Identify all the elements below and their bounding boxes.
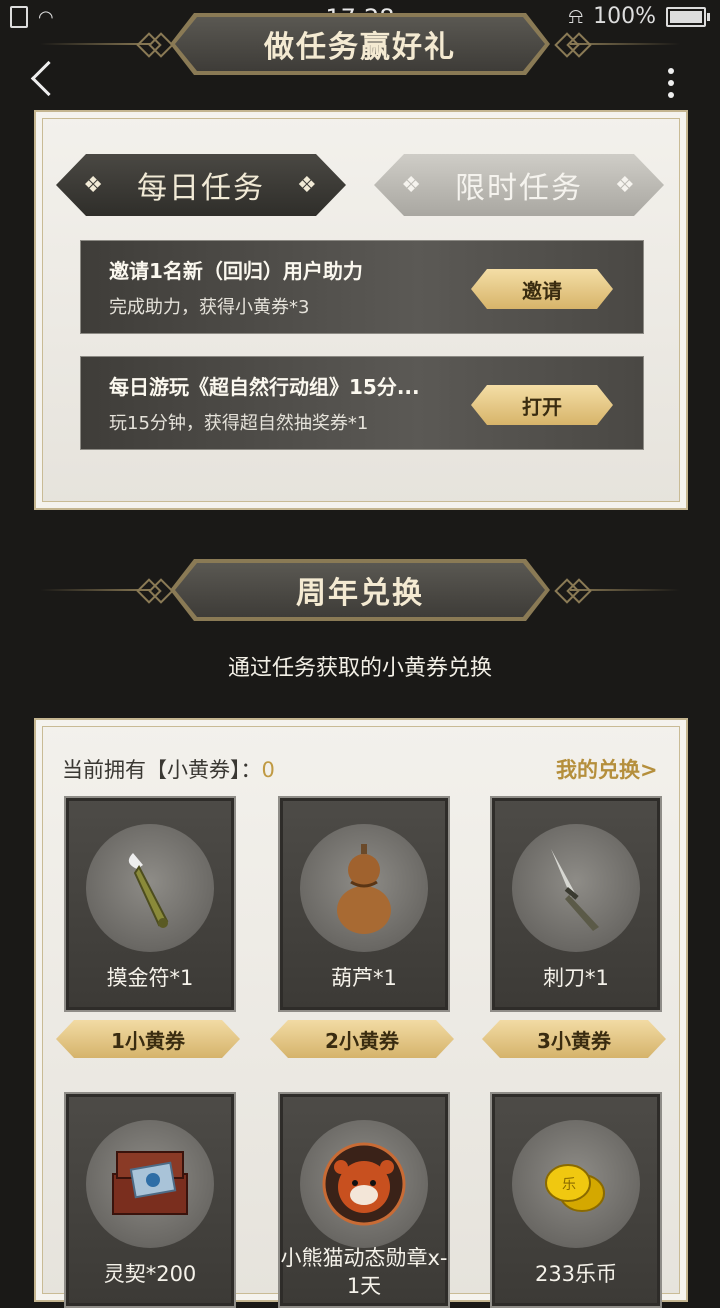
item-price-button[interactable]: 2小黄券 <box>270 1020 454 1058</box>
invite-button[interactable]: 邀请 <box>471 269 613 309</box>
owned-coupons: 当前拥有【小黄券】：0 <box>62 754 275 784</box>
ornament-icon: ❖ <box>401 172 423 198</box>
gourd-icon <box>337 844 391 934</box>
ornament-icon: ❖ <box>615 172 637 198</box>
task-item: 每日游玩《超自然行动组》15分... 玩15分钟，获得超自然抽奖券*1 打开 <box>80 356 644 450</box>
owned-label: 当前拥有【小黄券】： <box>62 758 262 782</box>
exchange-item-card[interactable]: 葫芦*1 <box>278 796 450 1012</box>
item-price-button[interactable]: 1小黄券 <box>56 1020 240 1058</box>
exchange-item-card[interactable]: 小熊猫动态勋章x-1天 <box>278 1092 450 1308</box>
chest-icon <box>112 1151 188 1215</box>
exchange-item-card[interactable]: 刺刀*1 <box>490 796 662 1012</box>
exchange-item-card[interactable]: 摸金符*1 <box>64 796 236 1012</box>
item-image <box>512 824 640 952</box>
item-name: 灵契*200 <box>103 1262 197 1286</box>
item-name: 刺刀*1 <box>543 966 609 990</box>
task-title: 邀请1名新（回归）用户助力 <box>109 259 363 283</box>
task-description: 完成助力，获得小黄券*3 <box>109 297 310 318</box>
more-menu-button[interactable] <box>668 68 674 98</box>
item-name: 葫芦*1 <box>331 966 397 990</box>
page-title: 做任务赢好礼 <box>175 17 545 71</box>
item-image <box>300 824 428 952</box>
header-banner: 做任务赢好礼 <box>0 14 720 74</box>
exchange-subtitle: 通过任务获取的小黄券兑换 <box>227 656 492 681</box>
open-button[interactable]: 打开 <box>471 385 613 425</box>
my-exchange-link[interactable]: 我的兑换> <box>556 754 658 784</box>
amulet-icon <box>128 853 169 928</box>
task-item: 邀请1名新（回归）用户助力 完成助力，获得小黄券*3 邀请 <box>80 240 644 334</box>
exchange-item-card[interactable]: 灵契*200 <box>64 1092 236 1308</box>
coins-icon: 乐 <box>545 1164 605 1212</box>
svg-text:乐: 乐 <box>562 1177 576 1193</box>
item-image: 乐 <box>512 1120 640 1248</box>
exchange-banner: 周年兑换 <box>0 560 720 620</box>
ornament-icon: ❖ <box>83 172 105 198</box>
task-description: 玩15分钟，获得超自然抽奖券*1 <box>109 413 369 434</box>
tab-label: 限时任务 <box>455 171 583 206</box>
ornament-icon: ❖ <box>297 172 319 198</box>
tab-label: 每日任务 <box>137 171 265 206</box>
owned-value: 0 <box>261 758 275 782</box>
item-image <box>300 1120 428 1248</box>
item-name: 小熊猫动态勋章x-1天 <box>280 1246 448 1298</box>
tab-limited-tasks[interactable]: ❖ 限时任务 ❖ <box>374 154 664 216</box>
item-image <box>86 824 214 952</box>
bayonet-icon <box>551 849 599 931</box>
exchange-title: 周年兑换 <box>175 563 545 617</box>
item-image <box>86 1120 214 1248</box>
task-title: 每日游玩《超自然行动组》15分... <box>109 375 420 399</box>
red-panda-badge-icon <box>322 1142 406 1226</box>
exchange-item-card[interactable]: 乐 233乐币 <box>490 1092 662 1308</box>
item-name: 233乐币 <box>534 1262 618 1286</box>
item-name: 摸金符*1 <box>106 966 194 990</box>
item-price-button[interactable]: 3小黄券 <box>482 1020 666 1058</box>
tab-daily-tasks[interactable]: ❖ 每日任务 ❖ <box>56 154 346 216</box>
